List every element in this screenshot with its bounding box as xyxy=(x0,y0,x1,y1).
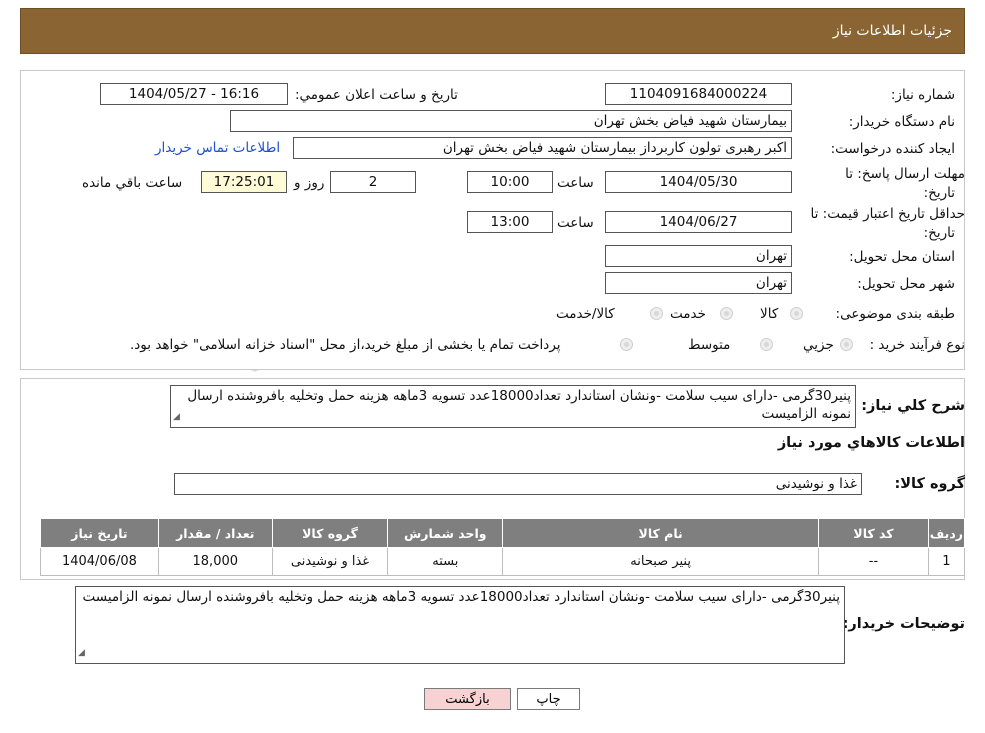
col-name: نام کالا xyxy=(502,518,820,548)
announce-date-field: 1404/05/27 - 16:16 xyxy=(100,83,288,105)
announce-date-label: تاریخ و ساعت اعلان عمومي: xyxy=(295,87,458,103)
col-group: گروه کالا xyxy=(271,518,389,548)
creator-field: اکبر رهبری تولون کاربرداز بیمارستان شهید… xyxy=(293,137,792,159)
goods-table-header: رديف کد کالا نام کالا واحد شمارش گروه کا… xyxy=(40,518,966,548)
cell-unit: بسته xyxy=(387,547,504,576)
validity-time-field: 13:00 xyxy=(467,211,553,233)
goods-group-label: گروه کالا: xyxy=(894,476,965,492)
category-option-goods-service: کالا/خدمت xyxy=(556,306,615,322)
cell-row: 1 xyxy=(927,547,966,576)
page-title: جزئیات اطلاعات نیاز xyxy=(832,23,952,39)
buyer-contact-link[interactable]: اطلاعات تماس خريدار xyxy=(155,140,280,156)
purchase-option-medium: متوسط xyxy=(688,337,731,353)
category-option-goods: کالا xyxy=(760,306,779,322)
col-row: رديف xyxy=(927,518,966,548)
col-date: تاريخ نياز xyxy=(40,518,159,548)
creator-label: ايجاد کننده درخواست: xyxy=(830,141,955,157)
purchase-option-minor: جزيي xyxy=(803,337,834,353)
back-button[interactable]: بازگشت xyxy=(424,688,511,710)
validity-label-date: تاريخ: xyxy=(923,225,955,241)
buyer-notes-text: پنیر30گرمی -دارای سیب سلامت -ونشان استان… xyxy=(82,589,840,605)
deadline-label: مهلت ارسال پاسخ: تا xyxy=(845,166,965,182)
need-number-field: 1104091684000224 xyxy=(605,83,792,105)
category-radio-goods[interactable] xyxy=(790,307,803,320)
buyer-org-field: بیمارستان شهید فیاض بخش تهران xyxy=(230,110,792,132)
summary-textarea[interactable]: پنیر30گرمی -دارای سیب سلامت -ونشان استان… xyxy=(170,385,856,428)
validity-date-field: 1404/06/27 xyxy=(605,211,792,233)
cell-group: غذا و نوشیدنی xyxy=(271,547,389,576)
resize-grip-icon[interactable]: ◢ xyxy=(173,408,180,426)
purchase-type-label: نوع فرآيند خريد : xyxy=(869,337,965,353)
purchase-radio-treasury[interactable] xyxy=(620,338,633,351)
category-option-service: خدمت xyxy=(670,306,706,322)
category-label: طبقه بندی موضوعی: xyxy=(835,306,955,322)
deadline-date-field: 1404/05/30 xyxy=(605,171,792,193)
city-label: شهر محل تحويل: xyxy=(857,276,955,292)
col-unit: واحد شمارش xyxy=(387,518,504,548)
deadline-time-label: ساعت xyxy=(557,175,594,191)
remaining-label: ساعت باقي مانده xyxy=(82,175,183,191)
days-label: روز و xyxy=(294,175,325,191)
goods-group-field: غذا و نوشیدنی xyxy=(174,473,862,495)
goods-section-title: اطلاعات کالاهاي مورد نياز xyxy=(777,435,965,451)
goods-table: رديف کد کالا نام کالا واحد شمارش گروه کا… xyxy=(40,518,966,576)
summary-label: شرح کلي نياز: xyxy=(861,398,965,414)
resize-grip-icon[interactable]: ◢ xyxy=(78,644,85,662)
validity-label: حداقل تاريخ اعتبار قيمت: تا xyxy=(810,206,965,222)
buyer-notes-textarea[interactable]: پنیر30گرمی -دارای سیب سلامت -ونشان استان… xyxy=(75,586,845,664)
purchase-radio-minor[interactable] xyxy=(840,338,853,351)
remaining-time-field: 17:25:01 xyxy=(201,171,287,193)
summary-text: پنیر30گرمی -دارای سیب سلامت -ونشان استان… xyxy=(187,388,851,422)
province-label: استان محل تحويل: xyxy=(849,249,955,265)
province-field: تهران xyxy=(605,245,792,267)
deadline-time-field: 10:00 xyxy=(467,171,553,193)
category-radio-service[interactable] xyxy=(720,307,733,320)
table-row: 1 -- پنیر صبحانه بسته غذا و نوشیدنی 18,0… xyxy=(40,547,966,576)
col-code: کد کالا xyxy=(818,518,929,548)
cell-date: 1404/06/08 xyxy=(40,547,159,576)
cell-code: -- xyxy=(818,547,929,576)
days-field: 2 xyxy=(330,171,416,193)
col-qty: تعداد / مقدار xyxy=(157,518,273,548)
city-field: تهران xyxy=(605,272,792,294)
deadline-label-date: تاريخ: xyxy=(923,185,955,201)
purchase-radio-medium[interactable] xyxy=(760,338,773,351)
cell-qty: 18,000 xyxy=(157,547,273,576)
print-button[interactable]: چاپ xyxy=(517,688,580,710)
need-number-label: شماره نیاز: xyxy=(890,87,955,103)
buyer-org-label: نام دستگاه خريدار: xyxy=(848,114,955,130)
purchase-note: پرداخت تمام یا بخشی از مبلغ خرید،از محل … xyxy=(130,337,561,353)
validity-time-label: ساعت xyxy=(557,215,594,231)
cell-name: پنیر صبحانه xyxy=(502,547,820,576)
category-radio-goods-service[interactable] xyxy=(650,307,663,320)
buyer-notes-label: توضيحات خريدار: xyxy=(842,616,965,632)
page-header: جزئیات اطلاعات نیاز xyxy=(20,8,965,54)
